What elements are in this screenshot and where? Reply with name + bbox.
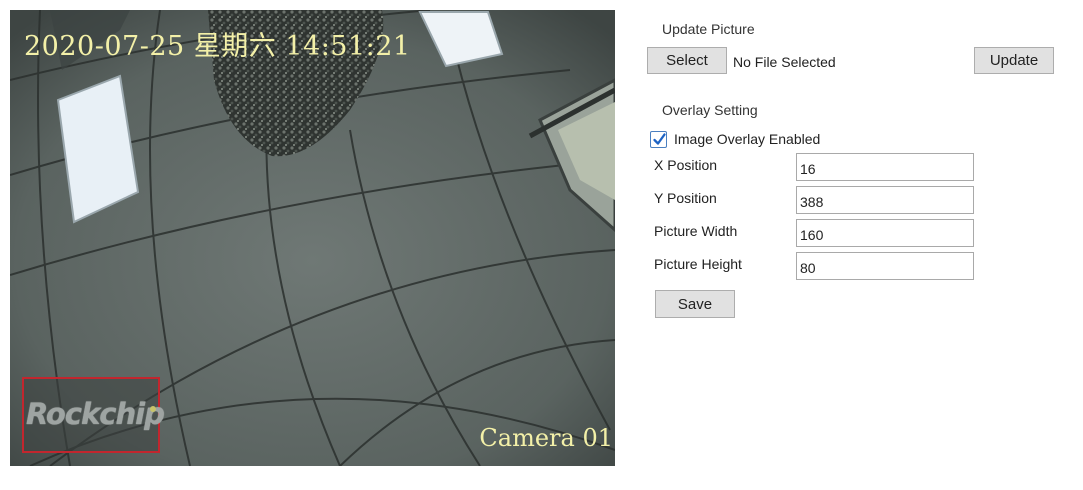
image-overlay-enabled-checkbox[interactable] (650, 131, 667, 148)
y-position-input[interactable] (796, 186, 974, 214)
logo-dot (150, 406, 156, 412)
picture-width-input[interactable] (796, 219, 974, 247)
camera-preview: 2020-07-25 星期六 14:51:21 Camera 01 Rockch… (10, 10, 615, 466)
osd-datetime-text: 2020-07-25 星期六 14:51:21 (24, 31, 411, 62)
y-position-label: Y Position (654, 190, 717, 206)
x-position-label: X Position (654, 157, 718, 173)
x-position-input[interactable] (796, 153, 974, 181)
picture-height-label: Picture Height (654, 256, 742, 272)
file-status-text: No File Selected (733, 54, 836, 70)
picture-height-input[interactable] (796, 252, 974, 280)
picture-width-label: Picture Width (654, 223, 738, 239)
osd-channel-name: Camera 01 (479, 424, 613, 452)
image-overlay-region: Rockchip (22, 377, 165, 453)
image-overlay-enabled-label: Image Overlay Enabled (674, 131, 821, 147)
checkmark-icon (653, 133, 666, 145)
rockchip-logo: Rockchip (26, 397, 165, 431)
update-button[interactable]: Update (974, 47, 1054, 74)
save-button[interactable]: Save (655, 290, 735, 318)
select-file-button[interactable]: Select (647, 47, 727, 74)
update-picture-title: Update Picture (662, 21, 755, 37)
overlay-setting-title: Overlay Setting (662, 102, 758, 118)
